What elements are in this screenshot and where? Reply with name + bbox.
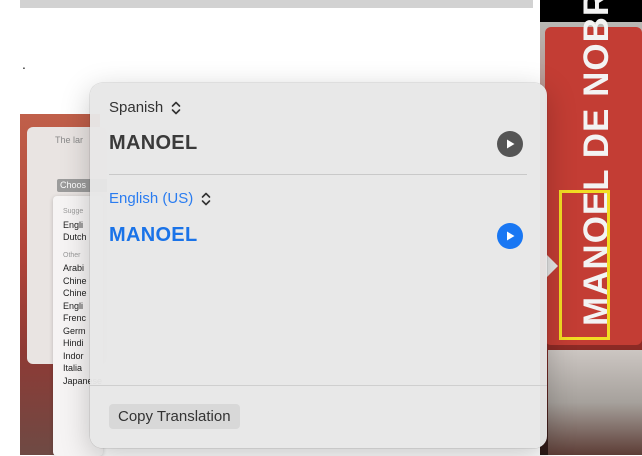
play-icon — [507, 231, 515, 241]
translation-popover: Spanish MANOEL English (US) MANOEL Copy … — [90, 83, 547, 448]
source-language-selector[interactable]: Spanish — [109, 99, 181, 116]
top-bar — [20, 0, 533, 8]
detected-text-highlight[interactable] — [559, 190, 610, 340]
play-translation-button[interactable] — [497, 223, 523, 249]
source-text: MANOEL — [109, 132, 198, 154]
source-language-label: Spanish — [109, 99, 164, 116]
popover-pointer — [546, 254, 558, 278]
chevron-up-down-icon — [171, 101, 181, 115]
copy-translation-button[interactable]: Copy Translation — [109, 404, 240, 429]
section-divider — [109, 174, 527, 175]
translated-text: MANOEL — [109, 224, 198, 246]
text-dot: . — [22, 56, 26, 72]
play-source-button[interactable] — [497, 131, 523, 157]
target-language-selector[interactable]: English (US) — [109, 190, 211, 207]
play-icon — [507, 139, 515, 149]
target-language-label: English (US) — [109, 190, 194, 207]
chevron-up-down-icon — [201, 192, 211, 206]
footer-divider — [90, 385, 547, 386]
video-lower-area — [548, 350, 642, 455]
language-dialog-text: The lar — [55, 135, 84, 145]
